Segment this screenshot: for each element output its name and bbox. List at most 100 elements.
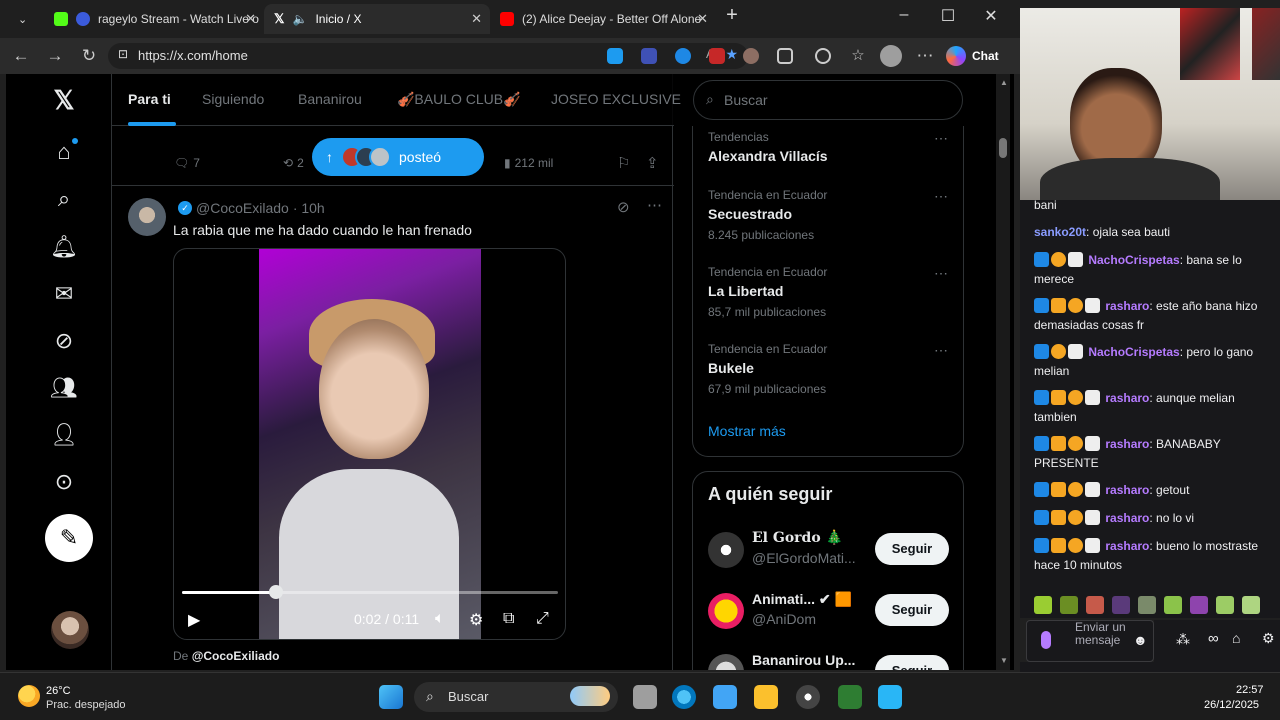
chat-settings-gear-icon[interactable]: ⚙ (1262, 630, 1275, 647)
windows-start-icon[interactable] (379, 685, 403, 709)
reply-button[interactable]: 🗨︎ 7 (174, 156, 200, 170)
play-icon[interactable]: ▶ (188, 610, 200, 630)
emote-icon[interactable] (1138, 596, 1156, 614)
search-input[interactable]: ⌕ Buscar (693, 80, 963, 120)
settings-gear-icon[interactable]: ⚙ (469, 610, 483, 630)
chat-username[interactable]: rasharo (1105, 483, 1149, 497)
user-name[interactable]: Bananirou Up... (752, 652, 855, 668)
tab-x-home[interactable]: 𝕏 🔈 Inicio / X ✕ (264, 4, 490, 34)
forward-button[interactable]: → (44, 46, 66, 66)
new-posts-pill[interactable]: ↑ posteó (312, 138, 484, 176)
follow-button[interactable]: Seguir (875, 655, 949, 670)
emote-picker-icon[interactable]: ☻ (1133, 632, 1148, 648)
copilot-chat-button[interactable]: Chat (946, 44, 999, 68)
communities-icon[interactable]: 👥︎ (50, 374, 78, 402)
favorite-star-icon[interactable]: ★ (725, 46, 738, 63)
more-options-icon[interactable]: ⋯ (934, 265, 948, 282)
messages-mail-icon[interactable]: ✉ (50, 280, 78, 308)
search-icon[interactable]: ⌕ (50, 185, 78, 213)
tab-siguiendo[interactable]: Siguiendo (202, 91, 264, 107)
weather-sun-icon[interactable] (18, 685, 40, 707)
avatar[interactable] (708, 532, 744, 568)
weather-desc[interactable]: Prac. despejado (46, 699, 126, 711)
tab-bananirou[interactable]: Bananirou (298, 91, 362, 107)
post-button[interactable]: ✎ (45, 514, 93, 562)
profile-avatar[interactable] (880, 45, 902, 67)
bookmark-icon[interactable]: ⚐ (617, 154, 630, 172)
share-icon[interactable]: ⇪ (646, 154, 659, 172)
trend-item[interactable]: Tendencias Alexandra Villacís ⋯ (708, 130, 948, 164)
retweet-button[interactable]: ⟲ 2 (283, 156, 304, 170)
emote-icon[interactable] (1060, 596, 1078, 614)
avatar[interactable] (708, 654, 744, 670)
user-name[interactable]: El Gordo 🎄 (752, 530, 843, 546)
follow-button[interactable]: Seguir (875, 594, 949, 626)
grok-explain-icon[interactable]: ⊘ (617, 198, 630, 216)
chat-username[interactable]: NachoCrispetas (1088, 253, 1179, 267)
infinity-icon[interactable]: ∞ (1208, 630, 1219, 647)
chat-username[interactable]: rasharo (1105, 391, 1149, 405)
emote-icon[interactable] (1164, 596, 1182, 614)
extension-icon[interactable] (743, 48, 759, 64)
follow-suggestion[interactable]: El Gordo 🎄 @ElGordoMati... Seguir (708, 530, 958, 570)
close-tab-icon[interactable]: ✕ (245, 11, 256, 27)
trend-item[interactable]: Tendencia en Ecuador Secuestrado 8.245 p… (708, 188, 948, 242)
chat-username[interactable]: rasharo (1105, 437, 1149, 451)
favorites-icon[interactable]: ☆ (847, 46, 869, 64)
trend-item[interactable]: Tendencia en Ecuador Bukele 67,9 mil pub… (708, 342, 948, 396)
emote-icon[interactable] (1242, 596, 1260, 614)
tab-youtube[interactable]: (2) Alice Deejay - Better Off Alone ✕ (490, 4, 716, 34)
tab-para-ti[interactable]: Para ti (128, 91, 171, 107)
microphone-icon[interactable] (1041, 631, 1051, 649)
bits-icon[interactable]: ⁂ (1176, 631, 1190, 648)
follow-suggestion[interactable]: Animati... ✔ 🟧 @AniDom Seguir (708, 591, 958, 631)
scroll-down-icon[interactable]: ▼ (1000, 656, 1008, 665)
reload-button[interactable]: ↻ (78, 46, 100, 66)
emote-icon[interactable] (1034, 596, 1052, 614)
app-icon[interactable] (838, 685, 862, 709)
microsoft-store-icon[interactable] (713, 685, 737, 709)
grok-icon[interactable]: ⊘ (50, 327, 78, 355)
profile-icon[interactable]: 👤︎ (50, 421, 78, 449)
edge-browser-icon[interactable] (672, 685, 696, 709)
weather-temp[interactable]: 26°C (46, 685, 71, 697)
file-explorer-icon[interactable] (754, 685, 778, 709)
x-logo-icon[interactable]: 𝕏 (50, 86, 78, 114)
follow-button[interactable]: Seguir (875, 533, 949, 565)
tweet-time[interactable]: · 10h (293, 200, 325, 216)
follow-suggestion[interactable]: Bananirou Up... Seguir (708, 652, 958, 670)
video-scrubber-handle[interactable] (269, 585, 283, 599)
close-window-button[interactable]: ✕ (971, 6, 1011, 26)
chat-username[interactable]: rasharo (1105, 511, 1149, 525)
close-tab-icon[interactable]: ✕ (471, 11, 482, 27)
scrollbar-thumb[interactable] (999, 138, 1007, 158)
more-options-icon[interactable]: ⋯ (934, 130, 948, 147)
user-name[interactable]: Animati... ✔ 🟧 (752, 591, 852, 608)
tab-baulo-club[interactable]: 🎻BAULO CLUB🎻 (397, 91, 521, 108)
emote-icon[interactable] (1112, 596, 1130, 614)
show-more-link[interactable]: Mostrar más (708, 423, 786, 439)
tab-joseo-exclusive[interactable]: JOSEO EXCLUSIVE (551, 91, 681, 107)
emote-icon[interactable] (1190, 596, 1208, 614)
split-screen-icon[interactable] (815, 48, 831, 64)
trend-item[interactable]: Tendencia en Ecuador La Libertad 85,7 mi… (708, 265, 948, 319)
source-handle-link[interactable]: @CocoExiliado (192, 649, 280, 663)
avatar[interactable] (128, 198, 166, 236)
emote-icon[interactable] (1216, 596, 1234, 614)
views-button[interactable]: ▮ 212 mil (504, 156, 553, 170)
more-options-icon[interactable]: ⋯ (647, 196, 662, 214)
clock-time[interactable]: 22:57 (1236, 684, 1264, 696)
extension-icon[interactable] (607, 48, 623, 64)
notifications-bell-icon[interactable]: 🔔︎ (50, 233, 78, 261)
scroll-up-icon[interactable]: ▲ (1000, 78, 1008, 87)
chat-username[interactable]: sanko20t (1034, 225, 1086, 239)
chat-username[interactable]: NachoCrispetas (1088, 345, 1179, 359)
more-options-icon[interactable]: ⋯ (934, 188, 948, 205)
clock-date[interactable]: 26/12/2025 (1204, 699, 1259, 711)
chat-username[interactable]: rasharo (1105, 539, 1149, 553)
more-options-icon[interactable]: ⊙ (50, 468, 78, 496)
tab-actions-button[interactable]: ⌄ (8, 4, 38, 34)
video-progress-bar[interactable] (182, 585, 558, 599)
more-menu-icon[interactable]: ⋯ (914, 46, 936, 66)
task-view-icon[interactable] (633, 685, 657, 709)
